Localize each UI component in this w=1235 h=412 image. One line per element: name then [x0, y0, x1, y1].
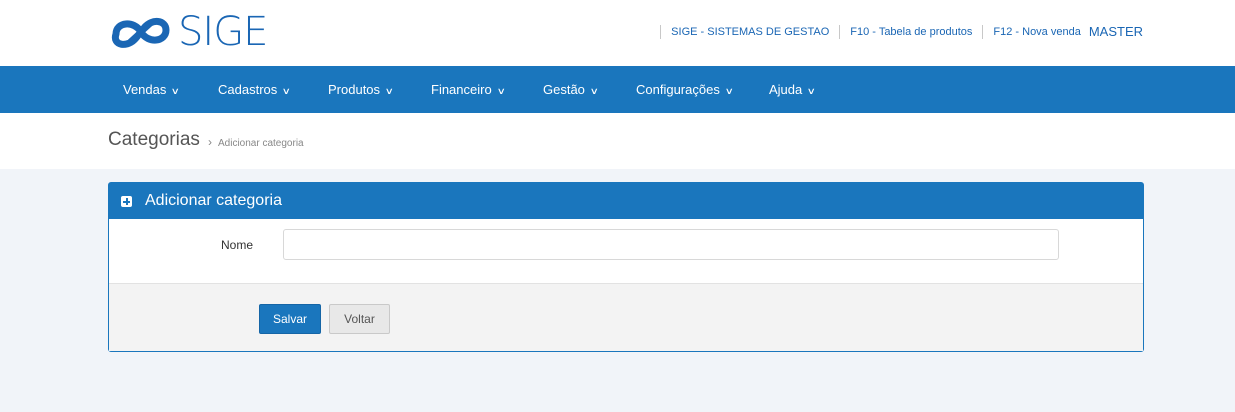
chevron-down-icon: ∨ [496, 86, 506, 96]
link-sistemas[interactable]: SIGE - SISTEMAS DE GESTAO [671, 26, 829, 38]
nav-item-configuracoes[interactable]: Configurações ∨ [636, 66, 734, 113]
add-category-panel: Adicionar categoria Nome Salvar Voltar [108, 182, 1144, 352]
brand-logo-icon [111, 18, 170, 48]
nav-item-label: Produtos [328, 82, 381, 97]
nav-item-produtos[interactable]: Produtos ∨ [328, 66, 394, 113]
nav-item-label: Configurações [636, 82, 720, 97]
chevron-down-icon: ∨ [589, 86, 599, 96]
nav-item-label: Financeiro [431, 82, 492, 97]
breadcrumb-current: Adicionar categoria [218, 138, 304, 149]
link-tabela-produtos[interactable]: F10 - Tabela de produtos [850, 26, 972, 38]
nav-item-label: Vendas [123, 82, 167, 97]
page-title[interactable]: Categorias [108, 129, 200, 151]
brand-logo[interactable]: SIGE [108, 9, 268, 55]
nav-item-label: Cadastros [218, 82, 278, 97]
nav-item-financeiro[interactable]: Financeiro ∨ [431, 66, 506, 113]
nav-item-label: Ajuda [769, 82, 803, 97]
main-nav: Vendas ∨ Cadastros ∨ Produtos ∨ Financeiro ∨… [0, 66, 1235, 113]
user-menu[interactable]: MASTER [1089, 24, 1143, 39]
name-label: Nome [221, 238, 254, 252]
panel-footer: Salvar Voltar [109, 283, 1143, 351]
nav-item-ajuda[interactable]: Ajuda ∨ [769, 66, 817, 113]
nav-item-vendas[interactable]: Vendas ∨ [123, 66, 181, 113]
chevron-down-icon: ∨ [724, 86, 734, 96]
chevron-down-icon: ∨ [806, 86, 817, 96]
breadcrumb: Categorias › Adicionar categoria [0, 113, 1235, 169]
name-field[interactable] [283, 229, 1059, 260]
chevron-down-icon: ∨ [171, 86, 181, 96]
link-nova-venda[interactable]: F12 - Nova venda [993, 26, 1080, 38]
panel-title: Adicionar categoria [145, 192, 282, 209]
back-button[interactable]: Voltar [329, 304, 390, 334]
nav-item-gestao[interactable]: Gestão ∨ [543, 66, 599, 113]
nav-item-label: Gestão [543, 82, 585, 97]
breadcrumb-separator-icon: › [208, 135, 212, 149]
chevron-down-icon: ∨ [384, 86, 394, 96]
panel-header: Adicionar categoria [109, 183, 1143, 219]
plus-square-icon [121, 196, 132, 207]
top-header: SIGE SIGE - SISTEMAS DE GESTAO F10 - Tab… [0, 0, 1235, 66]
divider [660, 24, 662, 39]
chevron-down-icon: ∨ [281, 86, 292, 96]
divider [982, 24, 984, 39]
nav-item-cadastros[interactable]: Cadastros ∨ [218, 66, 292, 113]
divider [839, 24, 841, 39]
save-button[interactable]: Salvar [259, 304, 321, 334]
brand-logo-text: SIGE [178, 9, 268, 55]
header-links: SIGE - SISTEMAS DE GESTAO F10 - Tabela d… [650, 24, 1143, 39]
